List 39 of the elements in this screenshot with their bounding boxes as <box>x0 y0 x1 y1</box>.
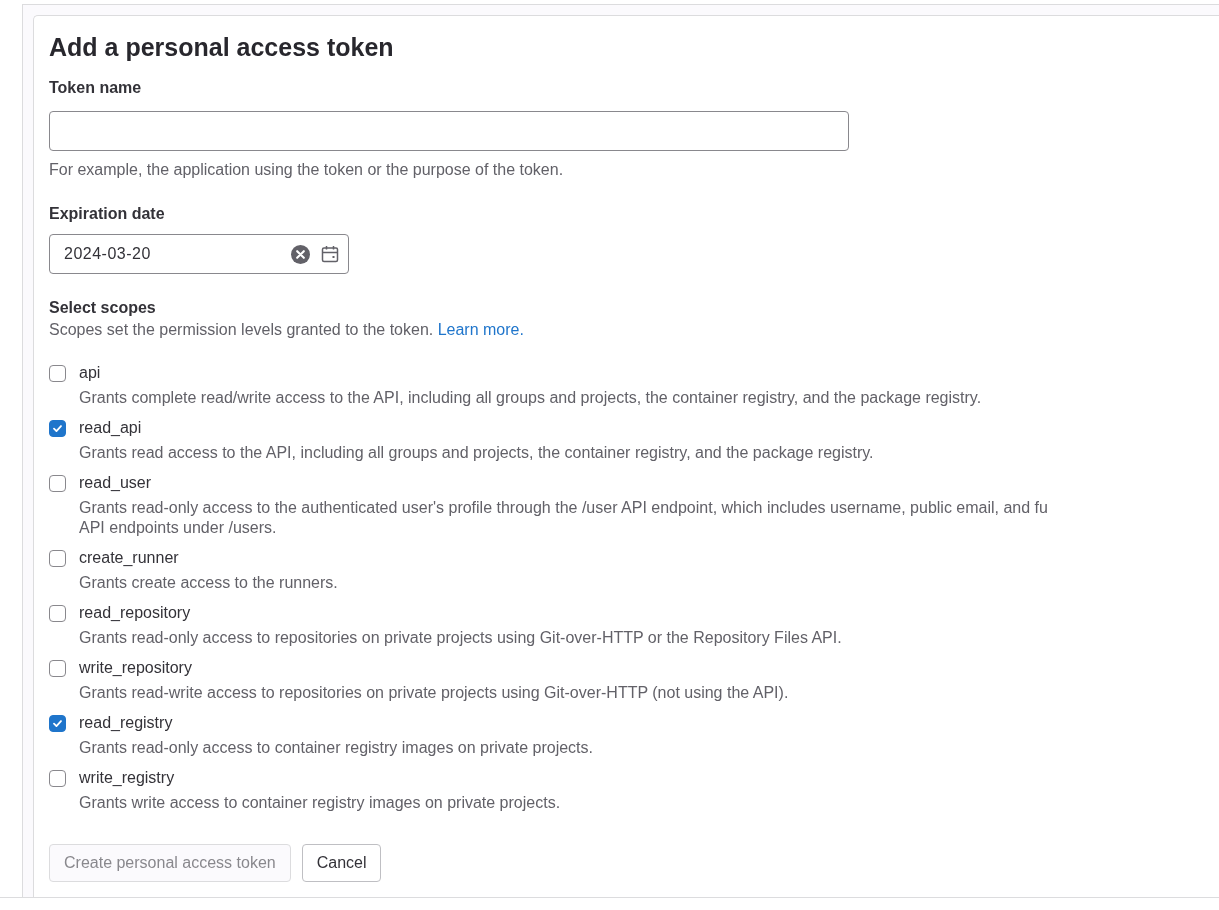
field-label: Expiration date <box>49 204 165 224</box>
checkbox[interactable] <box>49 604 66 622</box>
page-title: Add a personal access token <box>49 32 394 63</box>
scope-label: read_registry <box>79 713 173 733</box>
scope-description: Grants complete read/write access to the API, including all groups and projects, the container registry, and the package registry. <box>79 388 982 408</box>
date-value: 2024-03-20 <box>64 244 151 264</box>
calendar-icon[interactable] <box>321 245 339 263</box>
scope-label: api <box>79 363 101 383</box>
scope-description: Grants read-only access to repositories on private projects using Git-over-HTTP or the Repository Files API. <box>79 628 842 648</box>
check-icon <box>53 424 62 432</box>
checkbox[interactable] <box>49 549 66 567</box>
check-icon <box>53 719 62 727</box>
field-hint: For example, the application using the token or the purpose of the token. <box>49 160 564 180</box>
checkbox[interactable] <box>49 474 66 492</box>
scope-label: read_user <box>79 473 152 493</box>
checkbox[interactable] <box>49 364 66 382</box>
section-label: Select scopes <box>49 298 156 318</box>
scope-label: write_repository <box>79 658 192 678</box>
scope-description: Grants create access to the runners. <box>79 573 338 593</box>
checkbox[interactable] <box>49 659 66 677</box>
section-description: Scopes set the permission levels granted to the token. Learn more. <box>49 320 524 340</box>
clear-icon[interactable] <box>291 244 310 264</box>
learn-more-link[interactable]: Learn more. <box>437 321 524 338</box>
scope-description: Grants read-only access to container registry images on private projects. <box>79 738 593 758</box>
checkbox[interactable] <box>49 769 66 787</box>
checkbox[interactable] <box>49 419 66 437</box>
text-input[interactable] <box>49 111 849 151</box>
date-input[interactable]: 2024-03-20 <box>49 234 349 274</box>
field-label: Token name <box>49 78 142 98</box>
cancel-button[interactable]: Cancel <box>301 844 382 882</box>
scope-description: Grants read access to the API, including all groups and projects, the container registry, and the package registry. <box>79 443 874 463</box>
scope-description: Grants read-only access to the authenticated user's profile through the /user API endpoint, which includes username, public email, and fu API endpoints under /users. <box>79 498 1048 538</box>
scope-label: read_repository <box>79 603 191 623</box>
scope-description: Grants read-write access to repositories on private projects using Git-over-HTTP (not using the API). <box>79 683 789 703</box>
scope-label: create_runner <box>79 548 179 568</box>
scope-description: Grants write access to container registry images on private projects. <box>79 793 561 813</box>
scope-label: write_registry <box>79 768 175 788</box>
checkbox[interactable] <box>49 714 66 732</box>
scope-label: read_api <box>79 418 142 438</box>
